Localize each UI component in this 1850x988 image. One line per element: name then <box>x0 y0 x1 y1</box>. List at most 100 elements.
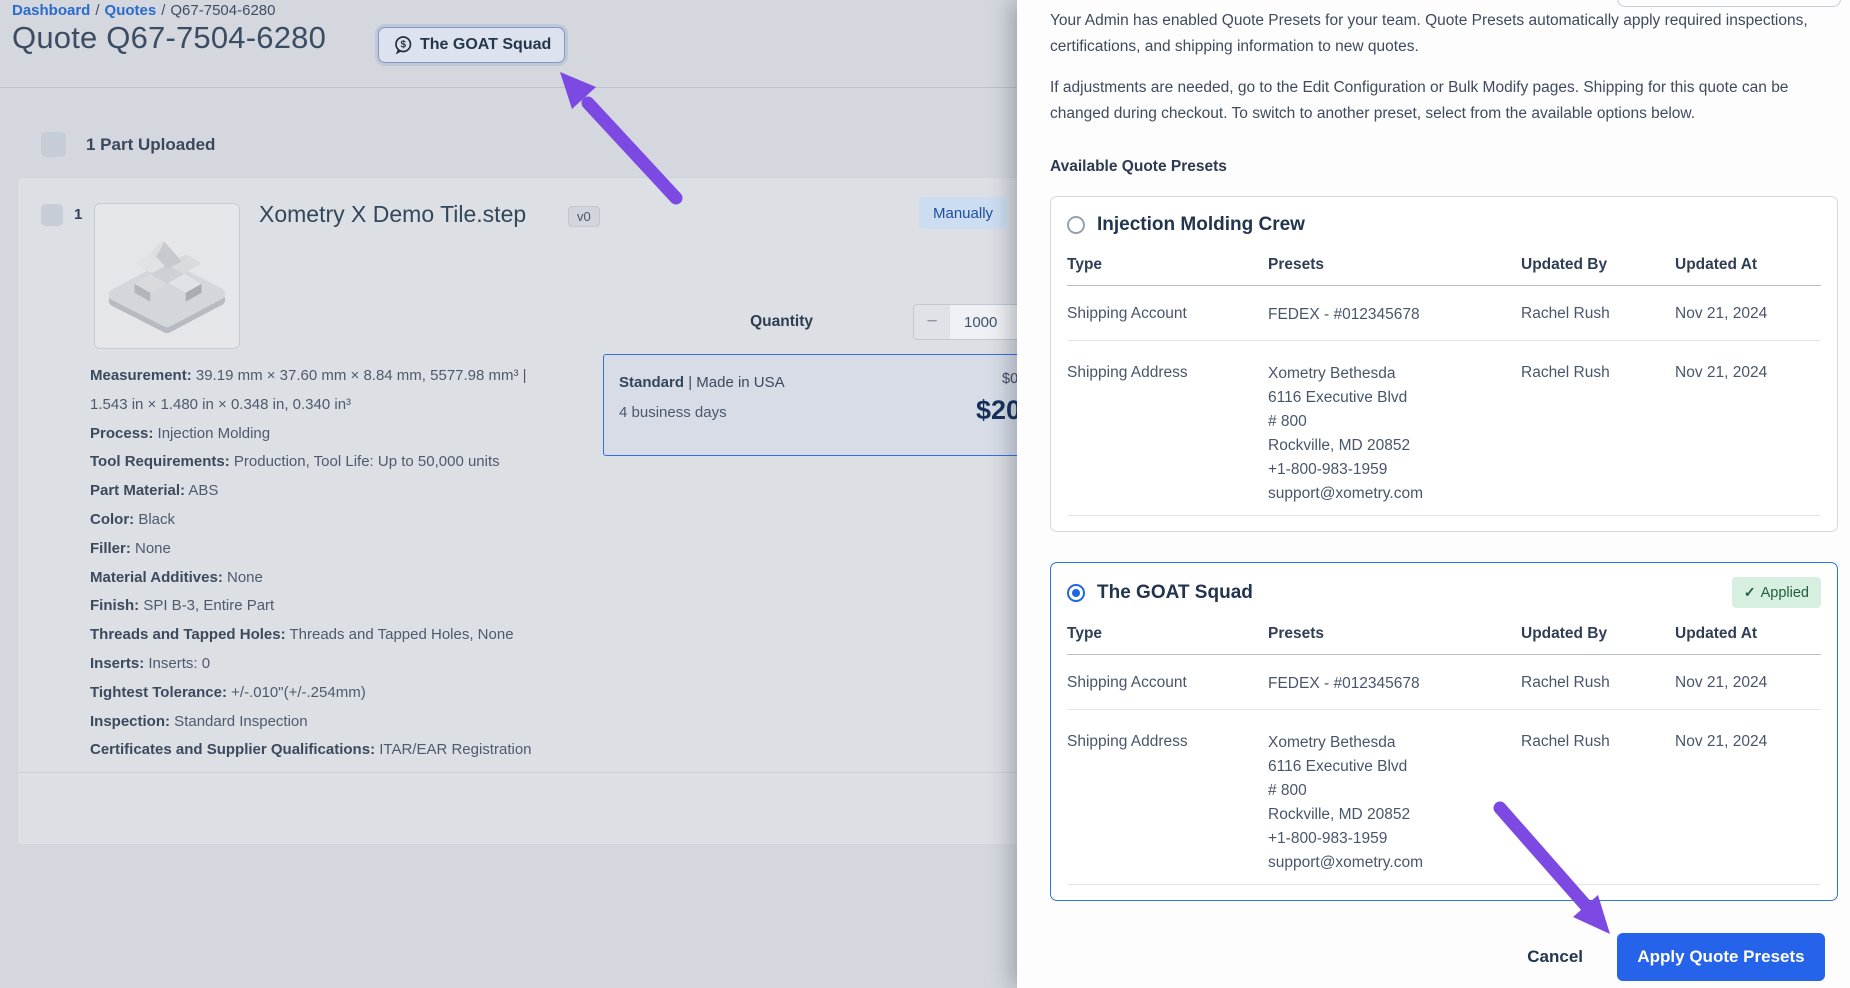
preset-cell: Nov 21, 2024 <box>1675 305 1768 322</box>
spec-label: Part Material: <box>90 482 186 500</box>
page-title: Quote Q67-7504-6280 <box>12 20 327 55</box>
preset-cell: Nov 21, 2024 <box>1675 733 1768 750</box>
minus-icon: − <box>926 311 938 332</box>
col-updated-at: Updated At <box>1675 625 1758 642</box>
preset-name: Injection Molding Crew <box>1097 214 1305 235</box>
spec-label: Measurement: <box>90 367 192 384</box>
spec-value: ITAR/EAR Registration <box>375 741 532 759</box>
preset-value-line: # 800 <box>1268 782 1307 799</box>
spec-value: None <box>222 568 263 586</box>
breadcrumb-dashboard-link[interactable]: Dashboard <box>12 2 90 19</box>
preset-value-line: support@xometry.com <box>1268 485 1423 502</box>
config-mode-badge[interactable]: Manually <box>919 197 1008 229</box>
preset-cell: Rachel Rush <box>1521 364 1610 381</box>
preset-cell: Rachel Rush <box>1521 305 1610 322</box>
preset-table-body: Shipping Account FEDEX - #012345678 Rachel… <box>1067 286 1821 516</box>
spec-label: Tightest Tolerance: <box>90 683 227 701</box>
lead-time-option[interactable]: Standard | Made in USA 4 business days $… <box>603 354 1065 456</box>
quantity-label: Quantity <box>750 313 813 330</box>
spec-label: Inspection: <box>90 712 171 730</box>
breadcrumb-quotes-link[interactable]: Quotes <box>105 2 157 19</box>
breadcrumb-separator: / <box>95 2 100 19</box>
part-spec: Threads and Tapped Holes: Threads and Ta… <box>90 624 650 646</box>
col-updated-at: Updated At <box>1675 256 1758 273</box>
preset-table: Type Presets Updated By Updated At Shipp… <box>1067 624 1821 885</box>
spec-value: 1.543 in × 1.480 in × 0.348 in, 0.340 in… <box>90 395 352 413</box>
preset-value-line: support@xometry.com <box>1268 854 1423 871</box>
preset-cell: FEDEX - #012345678 <box>1268 672 1521 696</box>
team-preset-badge-label: The GOAT Squad <box>420 36 552 53</box>
apply-quote-presets-button[interactable]: Apply Quote Presets <box>1617 933 1825 981</box>
cancel-button[interactable]: Cancel <box>1527 947 1583 967</box>
preset-row: Shipping Address Xometry Bethesda 6116 Exe… <box>1067 341 1821 516</box>
app-root: Dashboard / Quotes / Q67-7504-6280 Quote Q67… <box>0 0 1850 988</box>
breadcrumb-separator: / <box>161 2 166 19</box>
part-spec: Inspection: Standard Inspection <box>90 711 650 733</box>
preset-cell: Rachel Rush <box>1521 733 1610 750</box>
preset-value-line: Xometry Bethesda <box>1268 734 1396 751</box>
card-divider <box>18 772 1046 773</box>
part-spec: Part Material: ABS <box>90 480 650 502</box>
preset-cell: Rachel Rush <box>1521 674 1610 691</box>
preset-value-line: FEDEX - #012345678 <box>1268 306 1420 323</box>
breadcrumb: Dashboard / Quotes / Q67-7504-6280 <box>12 2 275 19</box>
drawer-footer: Cancel Apply Quote Presets <box>1050 933 1838 981</box>
available-presets-heading: Available Quote Presets <box>1050 158 1227 175</box>
preset-row: Shipping Address Xometry Bethesda 6116 Exe… <box>1067 710 1821 885</box>
quantity-decrement-button[interactable]: − <box>913 304 951 340</box>
spec-label: Threads and Tapped Holes: <box>90 626 286 644</box>
spec-label: Filler: <box>90 539 131 557</box>
col-updated-by: Updated By <box>1521 625 1608 642</box>
preset-radio-selected[interactable] <box>1067 583 1085 602</box>
spec-value: 39.19 mm × 37.60 mm × 8.84 mm, 5577.98 m… <box>191 367 527 384</box>
select-all-checkbox[interactable] <box>41 132 66 157</box>
spec-value: ABS <box>185 482 219 500</box>
presets-intro-paragraph: Your Admin has enabled Quote Presets for… <box>1050 12 1808 55</box>
col-updated-by: Updated By <box>1521 256 1608 273</box>
preset-row: Shipping Account FEDEX - #012345678 Rachel… <box>1067 655 1821 710</box>
check-icon: ✓ <box>1743 584 1756 600</box>
spec-label: Process: <box>90 424 154 442</box>
cropped-top-button <box>1617 0 1841 7</box>
preset-cell: FEDEX - #012345678 <box>1268 303 1521 327</box>
preset-cell: Xometry Bethesda 6116 Executive Blvd # 800… <box>1268 362 1521 506</box>
part-spec: Filler: None <box>90 538 650 560</box>
total-price: $20 <box>976 395 1022 425</box>
svg-text:$: $ <box>400 39 406 50</box>
part-spec-list: Measurement: 39.19 mm × 37.60 mm × 8.84 … <box>90 365 650 768</box>
part-version-badge: v0 <box>568 206 600 227</box>
part-spec: Inserts: Inserts: 0 <box>90 653 650 675</box>
unit-price: $0 <box>1002 371 1019 387</box>
applied-label: Applied <box>1760 584 1809 601</box>
applied-status-badge: ✓ Applied <box>1731 577 1821 608</box>
preset-name: The GOAT Squad <box>1097 581 1253 603</box>
part-row-checkbox[interactable] <box>41 204 63 226</box>
preset-cell: Shipping Address <box>1067 364 1188 381</box>
team-preset-badge[interactable]: $ The GOAT Squad <box>378 27 566 63</box>
spec-value: +/-.010"(+/-.254mm) <box>226 683 366 701</box>
part-spec: Color: Black <box>90 509 650 531</box>
spec-label: Finish: <box>90 597 140 615</box>
preset-radio-unselected[interactable] <box>1067 216 1085 234</box>
preset-value-line: # 800 <box>1268 413 1307 430</box>
preset-cell: Nov 21, 2024 <box>1675 674 1768 691</box>
spec-label: Color: <box>90 510 135 528</box>
presets-instructions-paragraph: If adjustments are needed, go to the Edi… <box>1050 79 1789 122</box>
spec-value: Injection Molding <box>153 424 271 442</box>
part-spec: Measurement: 39.19 mm × 37.60 mm × 8.84 … <box>90 365 650 387</box>
breadcrumb-current: Q67-7504-6280 <box>170 2 276 19</box>
part-spec: Material Additives: None <box>90 567 650 589</box>
preset-value-line: Rockville, MD 20852 <box>1268 806 1411 823</box>
speech-dollar-icon: $ <box>395 35 412 55</box>
preset-value-line: 6116 Executive Blvd <box>1268 758 1408 775</box>
part-spec: Tightest Tolerance: +/-.010"(+/-.254mm) <box>90 682 650 704</box>
spec-value: SPI B-3, Entire Part <box>139 597 275 615</box>
spec-label: Material Additives: <box>90 568 223 586</box>
tier-separator: | <box>688 374 693 391</box>
col-type: Type <box>1067 256 1103 273</box>
parts-uploaded-label: 1 Part Uploaded <box>86 135 216 154</box>
col-presets: Presets <box>1268 625 1325 642</box>
preset-cell: Shipping Account <box>1067 674 1187 691</box>
spec-label: Inserts: <box>90 654 145 672</box>
spec-value: Black <box>134 510 176 528</box>
